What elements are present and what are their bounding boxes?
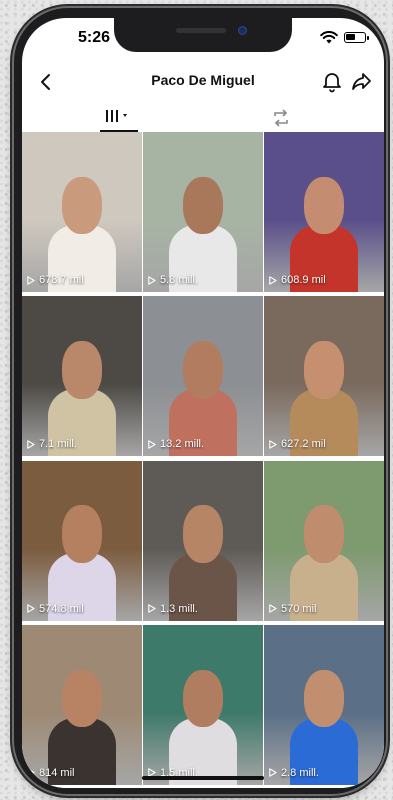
phone-screen: 5:26 Paco De Miguel 678.7 mil 5.8 mill. … xyxy=(22,18,384,788)
view-count: 627.2 mil xyxy=(269,438,326,450)
share-icon[interactable] xyxy=(350,69,374,93)
view-count: 2.8 mill. xyxy=(269,767,319,779)
view-count-label: 5.8 mill. xyxy=(160,274,198,286)
video-thumbnail[interactable]: 570 mil xyxy=(264,460,384,621)
view-count: 570 mil xyxy=(269,603,316,615)
battery-icon xyxy=(344,32,369,43)
wifi-icon xyxy=(320,31,338,44)
play-icon xyxy=(148,604,156,613)
view-count-label: 13.2 mill. xyxy=(160,438,205,451)
view-count: 1.3 mill. xyxy=(148,603,198,615)
view-count: 5.8 mill. xyxy=(148,274,198,286)
view-count-label: 570 mil xyxy=(281,602,317,615)
video-thumbnail[interactable]: 13.2 mill. xyxy=(143,296,263,457)
thumbnail-figure-head xyxy=(303,669,345,728)
thumbnail-figure-head xyxy=(182,669,224,728)
thumbnail-figure-head xyxy=(303,505,345,563)
thumbnail-figure-head xyxy=(303,341,345,399)
play-icon xyxy=(269,275,277,285)
thumbnail-figure-head xyxy=(61,341,103,399)
video-thumbnail[interactable]: 1.5 mill. xyxy=(143,624,263,785)
video-thumbnail[interactable]: 1.3 mill. xyxy=(143,460,263,621)
video-thumbnail[interactable]: 627.2 mil xyxy=(264,296,384,457)
play-icon xyxy=(27,440,35,449)
thumbnail-figure-head xyxy=(303,176,345,235)
view-count: 574.8 mil xyxy=(27,603,84,615)
view-count-label: 608.9 mil xyxy=(281,274,326,286)
video-thumbnail[interactable]: 574.8 mil xyxy=(22,460,142,621)
play-icon xyxy=(27,275,35,285)
video-thumbnail[interactable]: 7.1 mill. xyxy=(22,296,142,457)
thumbnail-figure-head xyxy=(61,669,103,728)
notch xyxy=(114,18,292,52)
tab-videos[interactable] xyxy=(98,104,140,132)
view-count: 608.9 mil xyxy=(269,274,326,286)
status-bar: 5:26 xyxy=(22,18,384,62)
view-count: 814 mil xyxy=(27,767,74,779)
view-count-label: 627.2 mil xyxy=(281,438,326,451)
thumbnail-figure-head xyxy=(182,505,224,563)
repost-icon[interactable] xyxy=(270,108,292,128)
view-count-label: 1.3 mill. xyxy=(160,602,198,615)
play-icon xyxy=(269,768,277,777)
play-icon xyxy=(27,768,35,777)
play-icon xyxy=(27,604,35,613)
profile-tabs xyxy=(22,104,384,132)
view-count: 13.2 mill. xyxy=(148,438,204,450)
profile-header: Paco De Miguel xyxy=(22,62,384,102)
view-count: 678.7 mil xyxy=(27,274,84,286)
play-icon xyxy=(148,440,156,449)
video-thumbnail[interactable]: 678.7 mil xyxy=(22,132,142,292)
view-count-label: 814 mil xyxy=(39,766,75,779)
view-count: 7.1 mill. xyxy=(27,438,77,450)
thumbnail-figure-head xyxy=(182,341,224,399)
view-count-label: 574.8 mil xyxy=(39,602,84,615)
video-thumbnail[interactable]: 814 mil xyxy=(22,624,142,785)
video-grid: 678.7 mil 5.8 mill. 608.9 mil 7.1 mill. 13.2… xyxy=(22,132,384,788)
video-thumbnail[interactable]: 5.8 mill. xyxy=(143,132,263,292)
thumbnail-figure-head xyxy=(61,176,103,235)
play-icon xyxy=(269,604,277,613)
view-count-label: 7.1 mill. xyxy=(39,438,77,451)
bell-icon[interactable] xyxy=(320,69,344,93)
play-icon xyxy=(148,275,156,285)
view-count-label: 678.7 mil xyxy=(39,274,84,286)
video-thumbnail[interactable]: 608.9 mil xyxy=(264,132,384,292)
videos-grid-icon xyxy=(106,110,127,122)
thumbnail-figure-head xyxy=(182,176,224,235)
front-camera xyxy=(238,26,247,35)
status-time: 5:26 xyxy=(78,29,111,46)
thumbnail-figure-head xyxy=(61,505,103,563)
video-thumbnail[interactable]: 2.8 mill. xyxy=(264,624,384,785)
home-indicator xyxy=(142,776,264,780)
play-icon xyxy=(269,440,277,449)
view-count-label: 2.8 mill. xyxy=(281,766,319,779)
speaker-grille xyxy=(176,28,226,33)
